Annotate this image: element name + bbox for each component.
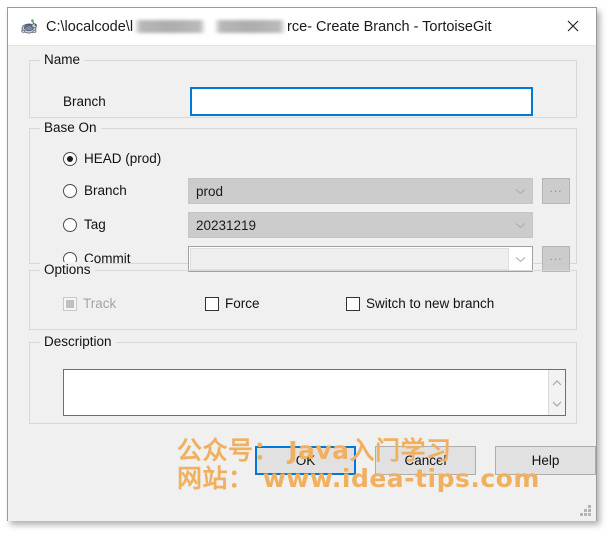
commit-combo-value <box>190 248 509 270</box>
radio-branch-mark <box>63 183 77 198</box>
titlebar[interactable]: C:\localcode\l rce - Create Branch - Tor… <box>8 8 596 46</box>
tag-combo-value: 20231219 <box>196 217 257 233</box>
radio-head[interactable]: HEAD (prod) <box>63 151 161 166</box>
base-on-group-legend: Base On <box>40 120 101 136</box>
description-group: Description <box>29 334 577 424</box>
checkbox-switch-mark <box>346 296 360 311</box>
chevron-down-icon <box>509 213 532 237</box>
branch-name-label: Branch <box>63 94 106 109</box>
ok-button-label: OK <box>295 453 316 468</box>
redacted-path-segment-1 <box>134 20 207 33</box>
radio-branch-label: Branch <box>84 183 127 198</box>
title-path-middle: rce <box>287 19 308 35</box>
chevron-down-icon <box>509 247 532 271</box>
checkbox-track-mark <box>63 296 77 311</box>
radio-tag-mark <box>63 217 77 232</box>
create-branch-dialog: C:\localcode\l rce - Create Branch - Tor… <box>7 7 597 521</box>
checkbox-force[interactable]: Force <box>205 296 260 311</box>
checkbox-track-label: Track <box>83 296 117 311</box>
cancel-button[interactable]: Cancel <box>375 446 476 475</box>
description-text[interactable] <box>64 370 548 415</box>
branch-browse-button[interactable]: ... <box>542 178 570 204</box>
radio-head-label: HEAD (prod) <box>84 151 162 166</box>
radio-tag-label: Tag <box>84 217 106 232</box>
commit-browse-label: ... <box>549 249 563 263</box>
help-button[interactable]: Help <box>495 446 596 475</box>
branch-combo-value: prod <box>196 183 224 199</box>
branch-name-input[interactable] <box>190 87 533 116</box>
branch-combo[interactable]: prod <box>188 178 533 204</box>
options-group: Options Track Force Switch to new branch <box>29 262 577 330</box>
options-group-legend: Options <box>40 262 95 278</box>
checkbox-switch-to-new-branch[interactable]: Switch to new branch <box>346 296 494 311</box>
checkbox-switch-label: Switch to new branch <box>366 296 495 311</box>
base-on-group: Base On HEAD (prod) Branch prod ... Tag … <box>29 120 577 272</box>
description-textarea[interactable] <box>63 369 566 416</box>
radio-tag[interactable]: Tag <box>63 217 106 232</box>
commit-combo[interactable] <box>188 246 533 272</box>
name-group: Name Branch <box>29 52 577 118</box>
window-title: C:\localcode\l rce - Create Branch - Tor… <box>46 18 491 35</box>
checkbox-force-mark <box>205 296 219 311</box>
commit-browse-button[interactable]: ... <box>542 246 570 272</box>
scroll-up-icon[interactable] <box>552 373 562 391</box>
tag-combo[interactable]: 20231219 <box>188 212 533 238</box>
title-path-prefix: C:\localcode\l <box>46 19 134 35</box>
chevron-down-icon <box>509 179 532 203</box>
resize-grip-icon[interactable] <box>579 504 592 517</box>
description-group-legend: Description <box>40 334 116 350</box>
ok-button[interactable]: OK <box>255 446 356 475</box>
title-suffix: - Create Branch - TortoiseGit <box>307 19 492 35</box>
checkbox-track: Track <box>63 296 116 311</box>
name-group-legend: Name <box>40 52 85 68</box>
branch-browse-label: ... <box>549 181 563 195</box>
scroll-down-icon[interactable] <box>552 394 562 412</box>
radio-head-mark <box>63 151 77 166</box>
dialog-body: Name Branch Base On HEAD (prod) Branch p… <box>8 46 596 521</box>
tortoisegit-turtle-icon <box>19 16 39 36</box>
close-icon[interactable] <box>550 8 596 44</box>
cancel-button-label: Cancel <box>404 453 447 468</box>
help-button-label: Help <box>531 453 560 468</box>
radio-branch[interactable]: Branch <box>63 183 127 198</box>
checkbox-force-label: Force <box>225 296 260 311</box>
redacted-path-segment-2 <box>214 20 287 33</box>
description-scrollbar[interactable] <box>548 370 565 415</box>
